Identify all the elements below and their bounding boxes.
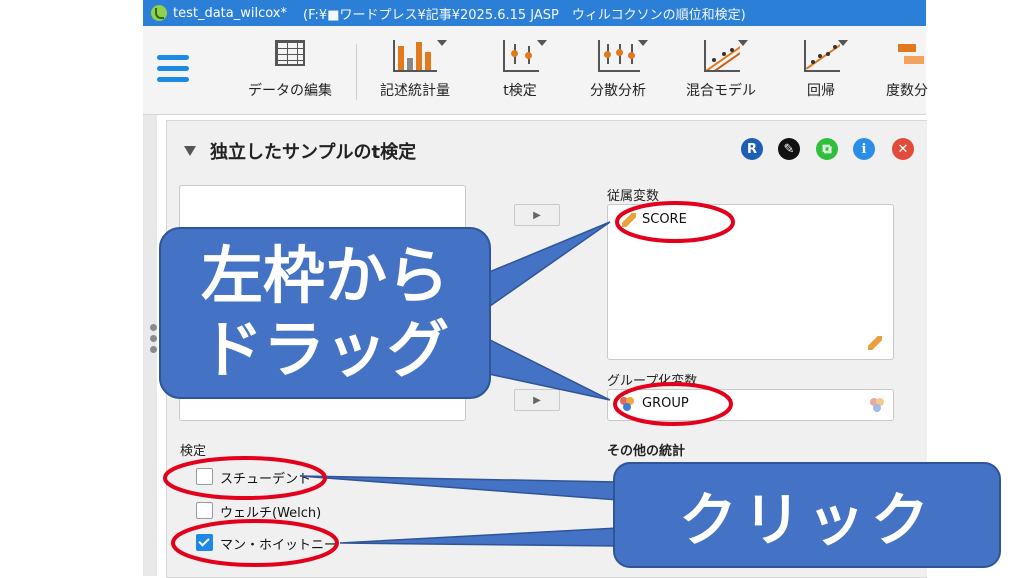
move-to-dependent-button[interactable]: ▶: [514, 204, 560, 226]
scale-type-hint-icon: [868, 336, 882, 350]
drag-callout-text: 左枠から ドラッグ: [160, 228, 490, 398]
table-grid-icon: [275, 40, 305, 74]
drag-callout-line1: 左枠から: [200, 239, 449, 312]
jasp-app-icon: [151, 5, 167, 21]
student-label: スチューデント: [220, 472, 312, 487]
toolbar-anova-button[interactable]: 分散分析: [590, 40, 648, 100]
toolbar-separator: [356, 44, 357, 100]
other-stats-label: その他の統計: [607, 444, 686, 459]
mann-whitney-checkbox[interactable]: [196, 534, 213, 551]
welch-checkbox[interactable]: [196, 502, 213, 519]
nominal-icon: [620, 396, 636, 411]
toolbar-descriptives-button[interactable]: 記述統計量: [380, 40, 450, 100]
mann-whitney-label: マン・ホイットニー: [220, 538, 338, 553]
grouping-variable-item[interactable]: GROUP: [620, 396, 689, 411]
bar-chart-icon: [393, 40, 447, 74]
drag-callout-line2: ドラッグ: [200, 313, 449, 386]
edit-pencil-icon[interactable]: ✎: [778, 138, 800, 160]
tests-section-label: 検定: [180, 444, 207, 459]
student-checkbox[interactable]: [196, 468, 213, 485]
hamburger-menu-icon[interactable]: [157, 55, 189, 87]
regression-icon: [804, 40, 848, 74]
scale-ruler-icon: [622, 212, 636, 227]
toolbar-data-edit-button[interactable]: データの編集: [248, 40, 332, 100]
t-test-icon: [503, 40, 547, 74]
info-icon[interactable]: i: [853, 138, 875, 160]
frequency-icon: [890, 40, 924, 74]
toolbar-frequencies-button[interactable]: 度数分: [886, 40, 928, 100]
dependent-variable-box[interactable]: [607, 204, 894, 360]
drag-grip-icon[interactable]: [150, 324, 157, 357]
mixed-model-icon: [704, 40, 748, 74]
toolbar-regression-button[interactable]: 回帰: [804, 40, 848, 100]
window-path: (F:¥■ワードプレス¥記事¥2025.6.15 JASP ウィルコクソンの順位…: [303, 7, 746, 23]
copy-icon[interactable]: ⧉: [816, 138, 838, 160]
window-title: test_data_wilcox*: [173, 5, 287, 21]
click-callout-text: クリック: [678, 486, 935, 554]
dependent-variable-label: 従属変数: [607, 189, 660, 204]
toolbar-ttest-button[interactable]: t検定: [503, 40, 547, 100]
close-analysis-icon[interactable]: ✕: [892, 138, 914, 160]
anova-icon: [598, 40, 648, 74]
dependent-variable-item[interactable]: SCORE: [622, 212, 687, 227]
toolbar-mixed-models-button[interactable]: 混合モデル: [686, 40, 756, 100]
welch-label: ウェルチ(Welch): [220, 506, 322, 521]
r-code-icon[interactable]: R: [741, 138, 763, 160]
nominal-type-hint-icon: [870, 398, 886, 412]
analysis-title: 独立したサンプルのt検定: [210, 142, 417, 163]
grouping-variable-label: グループ化変数: [607, 374, 698, 389]
collapse-triangle-icon[interactable]: [184, 146, 196, 156]
window-titlebar: test_data_wilcox* (F:¥■ワードプレス¥記事¥2025.6.…: [143, 0, 926, 26]
move-to-grouping-button[interactable]: ▶: [514, 389, 560, 411]
